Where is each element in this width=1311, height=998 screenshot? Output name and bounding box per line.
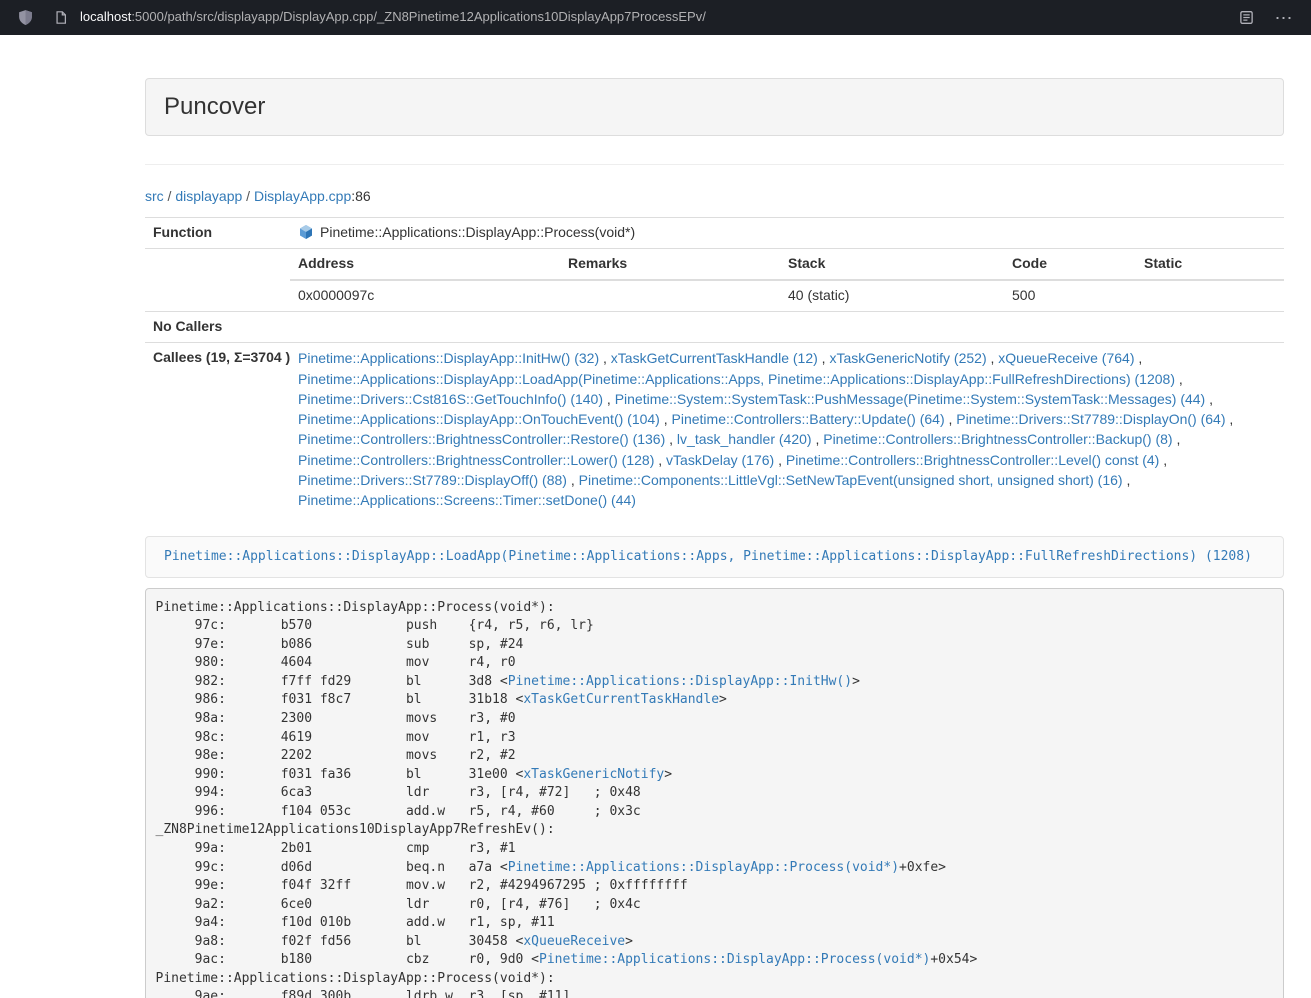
address-bar[interactable]: localhost:5000/path/src/displayapp/Displ… xyxy=(80,8,1223,27)
disassembly-symbol-link[interactable]: xTaskGenericNotify xyxy=(523,767,664,782)
tracking-protection-shield-icon[interactable] xyxy=(14,7,36,29)
disassembly: Pinetime::Applications::DisplayApp::Proc… xyxy=(145,588,1284,998)
no-callers-row: No Callers xyxy=(145,312,1284,343)
callee-separator: , xyxy=(818,350,830,366)
callee-link[interactable]: Pinetime::System::SystemTask::PushMessag… xyxy=(615,391,1206,407)
callee-separator: , xyxy=(774,452,786,468)
callee-link[interactable]: Pinetime::Applications::DisplayApp::Init… xyxy=(298,350,599,366)
callee-link[interactable]: Pinetime::Applications::Screens::Timer::… xyxy=(298,492,636,508)
reader-view-icon[interactable] xyxy=(1235,7,1257,29)
stats-data-row: 0x0000097c 40 (static)500 xyxy=(290,280,1284,311)
callee-link[interactable]: Pinetime::Controllers::BrightnessControl… xyxy=(298,452,654,468)
no-callers-label: No Callers xyxy=(145,312,290,343)
highlighted-symbol-panel: Pinetime::Applications::DisplayApp::Load… xyxy=(145,536,1284,579)
breadcrumb-separator: / xyxy=(242,188,254,204)
page-identity-icon[interactable] xyxy=(50,7,72,29)
callee-link[interactable]: Pinetime::Applications::DisplayApp::OnTo… xyxy=(298,411,660,427)
stats-row: AddressRemarksStackCodeStatic 0x0000097c… xyxy=(145,249,1284,312)
callee-separator: , xyxy=(1134,350,1142,366)
callee-separator: , xyxy=(1159,452,1167,468)
stats-cell-value xyxy=(560,280,780,311)
callee-link[interactable]: Pinetime::Components::LittleVgl::SetNewT… xyxy=(579,472,1123,488)
stats-cell-value: 500 xyxy=(1004,280,1136,311)
disassembly-symbol-link[interactable]: Pinetime::Applications::DisplayApp::Proc… xyxy=(539,952,930,967)
callee-link[interactable]: xTaskGenericNotify (252) xyxy=(829,350,986,366)
callee-link[interactable]: vTaskDelay (176) xyxy=(666,452,774,468)
callee-link[interactable]: Pinetime::Controllers::BrightnessControl… xyxy=(786,452,1159,468)
callee-separator: , xyxy=(660,411,672,427)
stats-body: 0x0000097c 40 (static)500 xyxy=(290,280,1284,311)
page-container: Puncover src / displayapp / DisplayApp.c… xyxy=(145,78,1284,998)
breadcrumb-link[interactable]: DisplayApp.cpp xyxy=(254,188,351,204)
url-host: localhost xyxy=(80,9,131,24)
breadcrumb-link[interactable]: displayapp xyxy=(175,188,242,204)
callee-separator: , xyxy=(654,452,666,468)
callee-link[interactable]: Pinetime::Drivers::St7789::DisplayOff() … xyxy=(298,472,567,488)
disassembly-symbol-link[interactable]: Pinetime::Applications::DisplayApp::Init… xyxy=(508,674,852,689)
app-title-panel: Puncover xyxy=(145,78,1284,136)
breadcrumb-separator: / xyxy=(164,188,176,204)
callee-link[interactable]: Pinetime::Controllers::BrightnessControl… xyxy=(823,431,1172,447)
stats-column-header: Static xyxy=(1136,249,1284,280)
divider xyxy=(145,164,1284,165)
stats-column-header: Remarks xyxy=(560,249,780,280)
callee-separator: , xyxy=(987,350,999,366)
callee-link[interactable]: Pinetime::Controllers::BrightnessControl… xyxy=(298,431,665,447)
callee-link[interactable]: xTaskGetCurrentTaskHandle (12) xyxy=(611,350,818,366)
function-table: Function Pinetime::Applications::Display… xyxy=(145,217,1284,515)
stats-column-header: Address xyxy=(290,249,560,280)
callee-separator: , xyxy=(812,431,824,447)
stats-header-row: AddressRemarksStackCodeStatic xyxy=(290,249,1284,280)
breadcrumb: src / displayapp / DisplayApp.cpp:86 xyxy=(145,187,1284,207)
highlighted-symbol-link[interactable]: Pinetime::Applications::DisplayApp::Load… xyxy=(164,549,1252,564)
app-title: Puncover xyxy=(164,93,265,120)
disassembly-symbol-link[interactable]: Pinetime::Applications::DisplayApp::Proc… xyxy=(508,860,899,875)
function-row: Function Pinetime::Applications::Display… xyxy=(145,218,1284,249)
stats-row-label xyxy=(145,249,290,312)
callee-separator: , xyxy=(665,431,677,447)
callee-separator: , xyxy=(1205,391,1213,407)
url-path: :5000/path/src/displayapp/DisplayApp.cpp… xyxy=(131,9,706,24)
function-row-label: Function xyxy=(145,218,290,249)
page-actions-menu-icon[interactable]: ⋯ xyxy=(1271,7,1297,29)
stats-cell-value: 0x0000097c xyxy=(290,280,560,311)
callee-separator: , xyxy=(599,350,611,366)
callee-link[interactable]: Pinetime::Drivers::St7789::DisplayOn() (… xyxy=(956,411,1225,427)
callee-link[interactable]: Pinetime::Drivers::Cst816S::GetTouchInfo… xyxy=(298,391,603,407)
stats-column-header: Code xyxy=(1004,249,1136,280)
callee-link[interactable]: lv_task_handler (420) xyxy=(677,431,812,447)
breadcrumb-line-number: :86 xyxy=(351,188,370,204)
callee-separator: , xyxy=(1226,411,1234,427)
callee-separator: , xyxy=(567,472,579,488)
function-name: Pinetime::Applications::DisplayApp::Proc… xyxy=(320,223,635,243)
disassembly-symbol-link[interactable]: xTaskGetCurrentTaskHandle xyxy=(523,692,719,707)
stats-cell-value xyxy=(1136,280,1284,311)
breadcrumb-link[interactable]: src xyxy=(145,188,164,204)
method-icon xyxy=(298,224,314,240)
stats-table: AddressRemarksStackCodeStatic 0x0000097c… xyxy=(290,249,1284,311)
callees-label: Callees (19, Σ=3704 ) xyxy=(145,343,290,516)
callee-link[interactable]: Pinetime::Applications::DisplayApp::Load… xyxy=(298,371,1175,387)
callee-separator: , xyxy=(945,411,957,427)
stats-cell-value: 40 (static) xyxy=(780,280,1004,311)
browser-url-bar: localhost:5000/path/src/displayapp/Displ… xyxy=(0,0,1311,35)
callee-link[interactable]: Pinetime::Controllers::Battery::Update()… xyxy=(672,411,945,427)
stats-column-header: Stack xyxy=(780,249,1004,280)
callees-list: Pinetime::Applications::DisplayApp::Init… xyxy=(290,343,1284,516)
callees-row: Callees (19, Σ=3704 ) Pinetime::Applicat… xyxy=(145,343,1284,516)
disassembly-symbol-link[interactable]: xQueueReceive xyxy=(523,934,625,949)
callee-link[interactable]: xQueueReceive (764) xyxy=(998,350,1134,366)
callee-separator: , xyxy=(1123,472,1131,488)
callee-separator: , xyxy=(1175,371,1183,387)
callee-separator: , xyxy=(603,391,615,407)
callee-separator: , xyxy=(1173,431,1181,447)
